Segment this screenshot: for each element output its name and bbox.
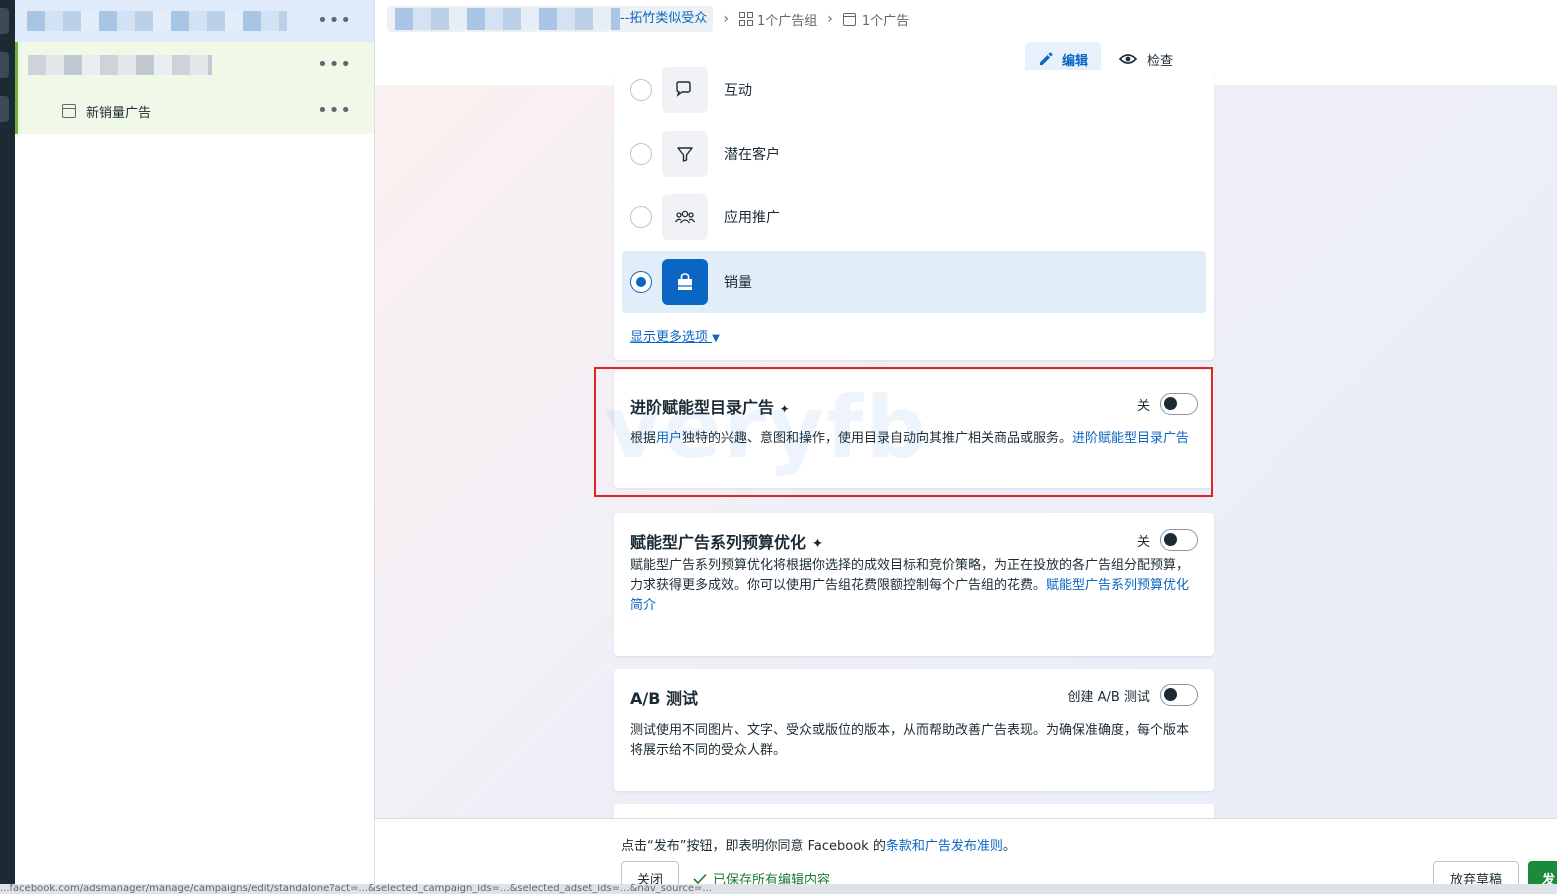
tree-item-campaign[interactable]: ••• [15, 0, 374, 42]
ab-test-toggle-label: 创建 A/B 测试 [1067, 689, 1150, 705]
objective-option-engagement[interactable]: 互动 [622, 60, 1206, 120]
breadcrumb: --拓竹类似受众 › 1个广告组 › 1个广告 [387, 6, 909, 32]
funnel-icon [662, 131, 708, 177]
cbo-title: 赋能型广告系列预算优化 [630, 533, 807, 552]
campaign-tree: ••• ••• 新销量广告 ••• [15, 0, 375, 894]
objective-label: 潜在客户 [724, 147, 780, 163]
chevron-right-icon: › [723, 11, 729, 27]
cbo-description: 赋能型广告系列预算优化将根据你选择的成效目标和竞价策略，为正在投放的各广告组分配… [630, 556, 1196, 616]
notice-text: 点击“发布”按钮，即表明你同意 Facebook 的 [621, 839, 886, 854]
objective-label: 销量 [724, 275, 752, 291]
redacted-adset-name [28, 55, 212, 75]
cbo-toggle-label: 关 [1136, 534, 1150, 550]
footer-bar: 点击“发布”按钮，即表明你同意 Facebook 的条款和广告发布准则。 关闭 … [375, 818, 1557, 894]
budget-optimization-card: 赋能型广告系列预算优化 ✦ 关 赋能型广告系列预算优化将根据你选择的成效目标和竞… [614, 513, 1214, 656]
breadcrumb-campaign[interactable]: --拓竹类似受众 [387, 6, 714, 32]
objective-radio-selected[interactable] [630, 271, 652, 293]
ab-test-toggle-group: 创建 A/B 测试 [1068, 684, 1198, 706]
objective-label: 互动 [724, 83, 752, 99]
ad-icon [842, 12, 856, 26]
ab-test-toggle[interactable] [1160, 684, 1198, 706]
tree-item-adset[interactable]: ••• [15, 42, 374, 88]
chevron-right-icon: › [827, 11, 833, 27]
sparkle-icon: ✦ [811, 536, 824, 552]
objective-radio[interactable] [630, 79, 652, 101]
highlight-annotation [594, 367, 1213, 497]
objective-radio[interactable] [630, 206, 652, 228]
rail-nav-item[interactable] [0, 8, 9, 34]
objective-option-app-promotion[interactable]: 应用推广 [622, 187, 1206, 247]
shopping-bag-icon [662, 259, 708, 305]
grid-icon [739, 12, 753, 26]
cbo-title-row: 赋能型广告系列预算优化 ✦ [630, 529, 823, 553]
show-more-options-link[interactable]: 显示更多选项 ▼ [630, 326, 720, 345]
breadcrumb-ads-label: 1个广告 [861, 13, 910, 29]
rail-nav-item[interactable] [0, 96, 9, 122]
main-editor: --拓竹类似受众 › 1个广告组 › 1个广告 编辑 检查 互动 潜在客户 应用… [375, 0, 1557, 894]
objective-option-leads[interactable]: 潜在客户 [622, 124, 1206, 184]
breadcrumb-adsets[interactable]: 1个广告组 [739, 10, 817, 29]
cbo-toggle-group: 关 [1137, 529, 1198, 551]
browser-status-url: ...facebook.com/adsmanager/manage/campai… [0, 884, 1557, 894]
breadcrumb-audience-link[interactable]: --拓竹类似受众 [620, 6, 714, 32]
redacted-campaign-name [27, 11, 287, 31]
people-icon [662, 194, 708, 240]
cbo-toggle[interactable] [1160, 529, 1198, 551]
caret-down-icon: ▼ [712, 333, 720, 344]
ab-test-description: 测试使用不同图片、文字、受众或版位的版本，从而帮助改善广告表现。为确保准确度，每… [630, 723, 1190, 758]
breadcrumb-ads[interactable]: 1个广告 [842, 10, 910, 29]
ad-icon [62, 104, 76, 118]
notice-text: 。 [1002, 839, 1016, 854]
terms-link[interactable]: 条款和广告发布准则 [886, 839, 1003, 854]
tree-item-ad[interactable]: 新销量广告 ••• [15, 88, 374, 134]
terms-notice: 点击“发布”按钮，即表明你同意 Facebook 的条款和广告发布准则。 [621, 835, 1016, 854]
left-rail [0, 0, 15, 894]
objective-card: 互动 潜在客户 应用推广 销量 显示更多选项 ▼ [614, 67, 1214, 360]
ab-test-card: A/B 测试 创建 A/B 测试 测试使用不同图片、文字、受众或版位的版本，从而… [614, 669, 1214, 791]
tree-item-label: 新销量广告 [86, 105, 152, 121]
ab-test-title: A/B 测试 [630, 689, 698, 708]
chat-icon [662, 67, 708, 113]
redacted-campaign-name [395, 8, 620, 30]
show-more-options-label: 显示更多选项 [630, 330, 709, 345]
objective-option-sales[interactable]: 销量 [622, 251, 1206, 313]
breadcrumb-adsets-label: 1个广告组 [757, 13, 818, 29]
checkmark-icon [693, 873, 707, 884]
objective-radio[interactable] [630, 143, 652, 165]
more-options-icon[interactable]: ••• [317, 102, 352, 120]
more-options-icon[interactable]: ••• [317, 56, 352, 74]
more-options-icon[interactable]: ••• [317, 12, 352, 30]
rail-nav-item[interactable] [0, 52, 9, 78]
objective-label: 应用推广 [724, 210, 780, 226]
